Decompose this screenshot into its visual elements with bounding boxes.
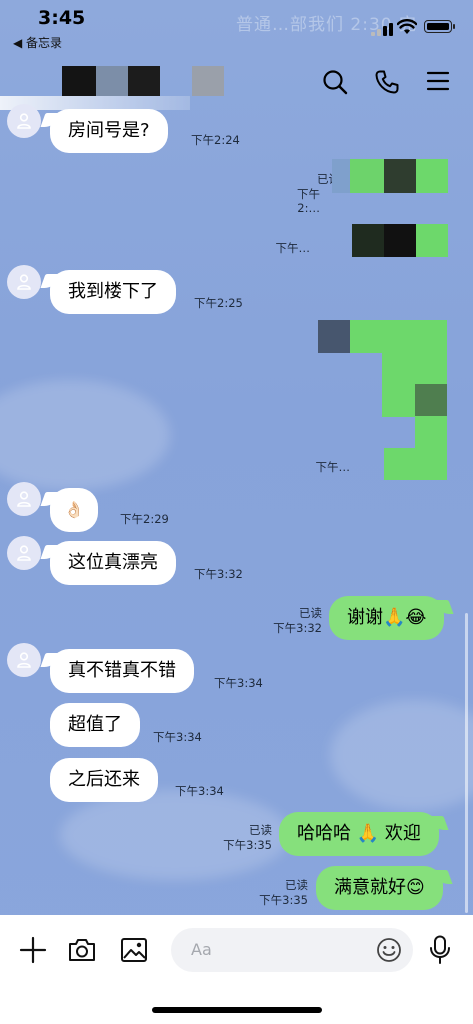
redaction-tile bbox=[350, 159, 384, 193]
camera-icon[interactable] bbox=[67, 937, 97, 963]
message-time: 下午2:… bbox=[297, 187, 320, 215]
incoming-message[interactable]: 👌🏻 bbox=[50, 488, 98, 532]
redaction-tile bbox=[384, 159, 416, 193]
read-receipt: 已读 bbox=[249, 823, 272, 837]
message-time: 下午3:34 bbox=[214, 676, 263, 690]
redaction-tile bbox=[384, 448, 447, 480]
incoming-message[interactable]: 之后还来 bbox=[50, 758, 158, 802]
phone-icon[interactable] bbox=[374, 69, 400, 95]
message-time: 下午3:35 bbox=[223, 838, 272, 852]
wifi-icon bbox=[397, 19, 417, 34]
home-indicator[interactable] bbox=[152, 1007, 322, 1013]
incoming-message[interactable]: 真不错真不错 bbox=[50, 649, 194, 693]
outgoing-message[interactable]: 谢谢🙏😂 bbox=[329, 596, 445, 640]
message-time: 下午3:34 bbox=[153, 730, 202, 744]
message-time: 下午2:29 bbox=[120, 512, 169, 526]
chat-screen: 3:45 ◀ 备忘录 普通…部我们 2:30 完 房间号是? 下午2:24 已读… bbox=[0, 0, 473, 1024]
redaction-tile bbox=[318, 320, 350, 353]
outgoing-message[interactable]: 哈哈哈 🙏 欢迎 bbox=[279, 812, 439, 856]
message-time: 下午2:24 bbox=[191, 133, 240, 147]
contact-avatar[interactable] bbox=[7, 536, 41, 570]
redaction-tile bbox=[415, 384, 447, 416]
outgoing-message[interactable]: 满意就好😊 bbox=[316, 866, 443, 910]
composer-bar: Aa bbox=[0, 915, 473, 1024]
redaction-block bbox=[62, 66, 96, 96]
status-bar: 3:45 ◀ 备忘录 普通…部我们 2:30 完 bbox=[0, 0, 473, 58]
redaction-block bbox=[96, 66, 128, 96]
redaction-tile bbox=[350, 320, 447, 353]
message-time: 下午2:25 bbox=[194, 296, 243, 310]
battery-icon bbox=[424, 20, 455, 33]
message-input[interactable]: Aa bbox=[171, 928, 413, 972]
status-time: 3:45 bbox=[38, 7, 86, 29]
ok-hand-emoji: 👌🏻 bbox=[64, 500, 84, 519]
back-to-app-link[interactable]: ◀ 备忘录 bbox=[13, 34, 62, 51]
message-time: 下午… bbox=[275, 241, 311, 255]
incoming-message[interactable]: 超值了 bbox=[50, 703, 140, 747]
background-cloud bbox=[330, 700, 473, 810]
message-time: 下午3:32 bbox=[194, 567, 243, 581]
redaction-tile bbox=[416, 224, 448, 257]
contact-avatar[interactable] bbox=[7, 265, 41, 299]
redaction-tile bbox=[384, 224, 416, 257]
incoming-message[interactable]: 这位真漂亮 bbox=[50, 541, 176, 585]
cellular-signal-icon bbox=[371, 22, 393, 36]
microphone-icon[interactable] bbox=[429, 935, 451, 965]
search-icon[interactable] bbox=[322, 69, 348, 95]
emoji-icon[interactable] bbox=[376, 937, 402, 963]
redaction-block bbox=[192, 66, 224, 96]
read-receipt: 已读 bbox=[285, 878, 308, 892]
contact-avatar[interactable] bbox=[7, 104, 41, 138]
contact-avatar[interactable] bbox=[7, 643, 41, 677]
scrollbar[interactable] bbox=[465, 613, 468, 913]
background-cloud bbox=[0, 380, 170, 490]
message-time: 下午3:35 bbox=[259, 893, 308, 907]
message-input-placeholder: Aa bbox=[191, 940, 212, 959]
incoming-message[interactable]: 房间号是? bbox=[50, 109, 168, 153]
image-icon[interactable] bbox=[120, 937, 148, 963]
redaction-tile bbox=[352, 224, 384, 257]
message-time: 下午3:32 bbox=[273, 621, 322, 635]
plus-icon[interactable] bbox=[19, 936, 47, 964]
redaction-tile bbox=[332, 159, 350, 193]
redaction-tile bbox=[416, 159, 448, 193]
redaction-block bbox=[128, 66, 160, 96]
message-time: 下午… bbox=[315, 460, 351, 474]
contact-avatar[interactable] bbox=[7, 482, 41, 516]
redaction-tile bbox=[415, 416, 447, 448]
read-receipt: 已读 bbox=[299, 606, 322, 620]
incoming-message[interactable]: 我到楼下了 bbox=[50, 270, 176, 314]
message-time: 下午3:34 bbox=[175, 784, 224, 798]
menu-icon[interactable] bbox=[426, 69, 450, 93]
